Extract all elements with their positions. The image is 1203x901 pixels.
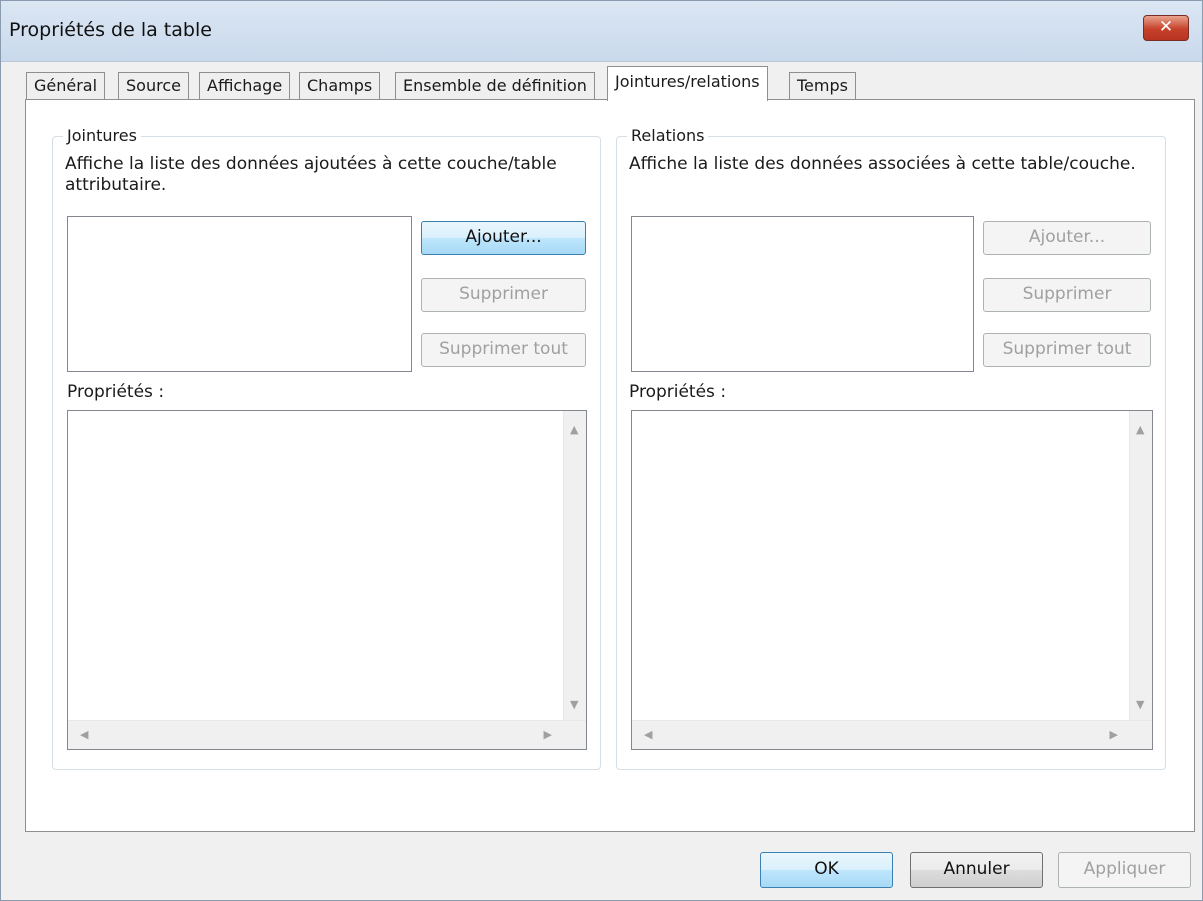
close-icon: ✕ bbox=[1158, 17, 1174, 37]
scroll-left-icon[interactable]: ◀ bbox=[80, 728, 88, 741]
ok-button[interactable]: OK bbox=[760, 852, 893, 888]
relations-vertical-scrollbar[interactable]: ▲ ▼ bbox=[1129, 411, 1152, 721]
tab-panel: Jointures Affiche la liste des données a… bbox=[25, 99, 1195, 832]
joins-legend: Jointures bbox=[63, 126, 141, 146]
tab-jointures-relations[interactable]: Jointures/relations bbox=[607, 66, 768, 101]
scroll-down-icon[interactable]: ▼ bbox=[570, 698, 578, 711]
scroll-up-icon[interactable]: ▲ bbox=[1136, 423, 1144, 436]
apply-button[interactable]: Appliquer bbox=[1058, 852, 1191, 888]
relations-legend: Relations bbox=[627, 126, 709, 146]
joins-properties-label: Propriétés : bbox=[67, 382, 165, 402]
joins-list[interactable] bbox=[67, 216, 412, 372]
scroll-left-icon[interactable]: ◀ bbox=[644, 728, 652, 741]
scroll-right-icon[interactable]: ▶ bbox=[1110, 728, 1118, 741]
joins-description: Affiche la liste des données ajoutées à … bbox=[65, 154, 557, 195]
relations-properties-label: Propriétés : bbox=[629, 382, 727, 402]
relations-list[interactable] bbox=[631, 216, 974, 372]
joins-vertical-scrollbar[interactable]: ▲ ▼ bbox=[563, 411, 586, 721]
relations-properties-box[interactable]: ▲ ▼ ◀ ▶ bbox=[631, 410, 1153, 750]
joins-horizontal-scrollbar[interactable]: ◀ ▶ bbox=[68, 720, 586, 749]
tab-champs[interactable]: Champs bbox=[299, 72, 381, 100]
joins-properties-box[interactable]: ▲ ▼ ◀ ▶ bbox=[67, 410, 587, 750]
tab-general[interactable]: Général bbox=[26, 72, 106, 100]
relations-horizontal-scrollbar[interactable]: ◀ ▶ bbox=[632, 720, 1152, 749]
relations-remove-button[interactable]: Supprimer bbox=[983, 278, 1151, 312]
tab-ensemble-de-definition[interactable]: Ensemble de définition bbox=[395, 72, 595, 100]
relations-add-button[interactable]: Ajouter... bbox=[983, 221, 1151, 255]
window-title: Propriétés de la table bbox=[9, 19, 212, 41]
scroll-up-icon[interactable]: ▲ bbox=[570, 423, 578, 436]
joins-remove-button[interactable]: Supprimer bbox=[421, 278, 586, 312]
relations-description: Affiche la liste des données associées à… bbox=[629, 154, 1136, 174]
scroll-down-icon[interactable]: ▼ bbox=[1136, 698, 1144, 711]
cancel-button[interactable]: Annuler bbox=[910, 852, 1043, 888]
joins-remove-all-button[interactable]: Supprimer tout bbox=[421, 333, 586, 367]
tab-source[interactable]: Source bbox=[118, 72, 189, 100]
relations-remove-all-button[interactable]: Supprimer tout bbox=[983, 333, 1151, 367]
close-button[interactable]: ✕ bbox=[1143, 15, 1189, 41]
tab-temps[interactable]: Temps bbox=[789, 72, 856, 100]
scroll-right-icon[interactable]: ▶ bbox=[544, 728, 552, 741]
title-bar: Propriétés de la table ✕ bbox=[1, 1, 1202, 62]
tab-affichage[interactable]: Affichage bbox=[199, 72, 291, 100]
joins-add-button[interactable]: Ajouter... bbox=[421, 221, 586, 255]
table-properties-dialog: Propriétés de la table ✕ Général Source … bbox=[0, 0, 1203, 901]
